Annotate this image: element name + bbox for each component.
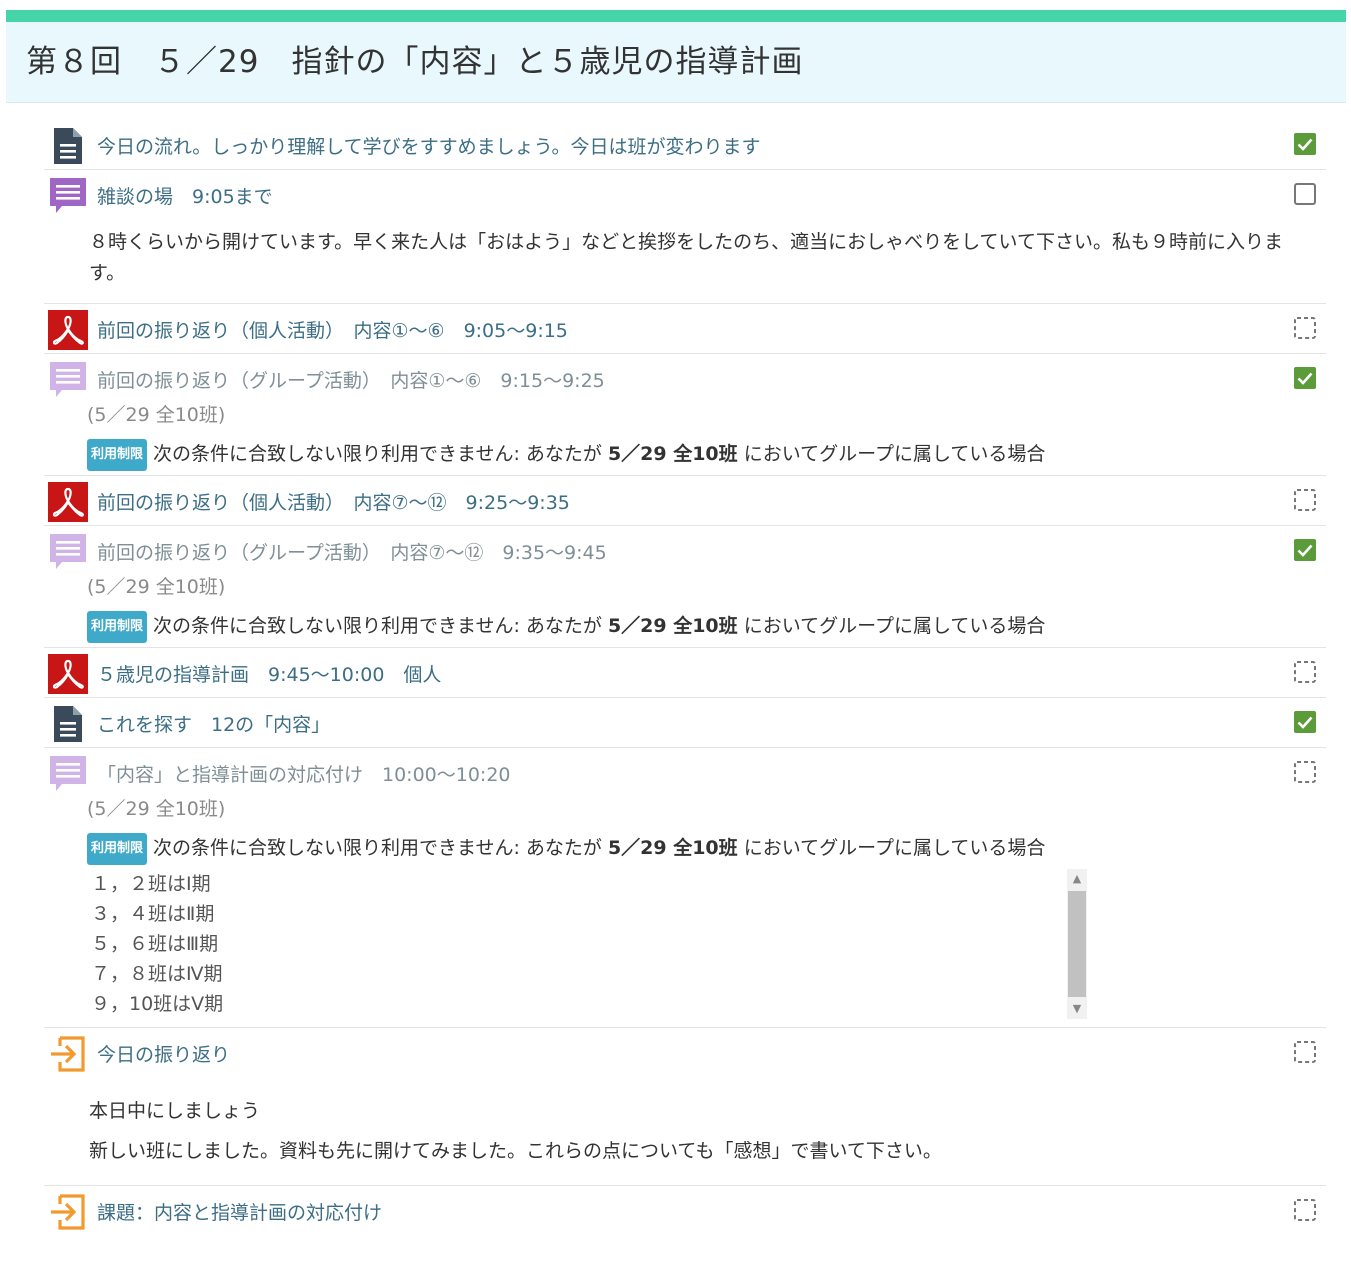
restriction-badge: 利用制限 xyxy=(87,439,148,471)
activity-list: 今日の流れ。しっかり理解して学びをすすめましょう。今日は班が変わります 雑談の場… xyxy=(44,120,1326,1235)
scroll-up-icon[interactable]: ▲ xyxy=(1067,869,1087,889)
completion-unchecked-icon[interactable] xyxy=(1293,182,1317,206)
scroll-down-icon[interactable]: ▼ xyxy=(1067,999,1087,1019)
group-note: (5／29 全10班) xyxy=(87,404,226,426)
activity-link[interactable]: 前回の振り返り（グループ活動） 内容⑦～⑫ 9:35～9:45 xyxy=(97,538,607,565)
activity-item: ５歳児の指導計画 9:45～10:00 個人 xyxy=(44,648,1326,698)
activity-link[interactable]: 雑談の場 9:05まで xyxy=(97,182,273,209)
access-restriction: 利用制限 次の条件に合致しない限り利用できません: あなたが 5／29 全10班 … xyxy=(44,833,1326,869)
page-icon xyxy=(48,704,88,744)
activity-link[interactable]: 「内容」と指導計画の対応付け 10:00～10:20 xyxy=(97,760,511,787)
completion-checked-icon[interactable] xyxy=(1293,366,1317,390)
activity-link[interactable]: これを探す 12の「内容」 xyxy=(97,710,330,737)
activity-item: 「内容」と指導計画の対応付け 10:00～10:20 (5／29 全10班) 利… xyxy=(44,748,1326,1028)
restriction-badge: 利用制限 xyxy=(87,833,148,865)
activity-link[interactable]: 課題：内容と指導計画の対応付け xyxy=(97,1198,382,1225)
completion-auto-icon[interactable] xyxy=(1293,1198,1317,1222)
completion-checked-icon[interactable] xyxy=(1293,710,1317,734)
activity-item: これを探す 12の「内容」 xyxy=(44,698,1326,748)
activity-description: 本日中にしましょう 新しい班にしました。資料も先に開けてみました。これらの点につ… xyxy=(89,1100,942,1162)
section-title: 第８回 ５／29 指針の「内容」と５歳児の指導計画 xyxy=(26,44,804,80)
group-note: (5／29 全10班) xyxy=(87,576,226,598)
completion-auto-icon[interactable] xyxy=(1293,660,1317,684)
activity-item: 前回の振り返り（グループ活動） 内容⑦～⑫ 9:35～9:45 (5／29 全1… xyxy=(44,526,1326,648)
course-section: 第８回 ５／29 指針の「内容」と５歳児の指導計画 xyxy=(6,10,1346,103)
completion-auto-icon[interactable] xyxy=(1293,488,1317,512)
completion-auto-icon[interactable] xyxy=(1293,760,1317,784)
activity-item: 今日の流れ。しっかり理解して学びをすすめましょう。今日は班が変わります xyxy=(44,120,1326,170)
activity-link[interactable]: 前回の振り返り（グループ活動） 内容①～⑥ 9:15～9:25 xyxy=(97,366,605,393)
forum-icon xyxy=(48,360,88,400)
pdf-icon xyxy=(48,654,88,694)
description-line: １，２班はⅠ期 xyxy=(91,873,211,895)
activity-item: 前回の振り返り（個人活動） 内容⑦～⑫ 9:25～9:35 xyxy=(44,476,1326,526)
description-line: ３，４班はⅡ期 xyxy=(91,903,215,925)
access-restriction: 利用制限 次の条件に合致しない限り利用できません: あなたが 5／29 全10班 … xyxy=(44,611,1326,647)
completion-auto-icon[interactable] xyxy=(1293,1040,1317,1064)
activity-link[interactable]: 前回の振り返り（個人活動） 内容①～⑥ 9:05～9:15 xyxy=(97,316,568,343)
scrollbar-thumb[interactable] xyxy=(1068,891,1086,997)
section-header: 第８回 ５／29 指針の「内容」と５歳児の指導計画 xyxy=(6,10,1346,103)
forum-icon xyxy=(48,176,88,216)
completion-checked-icon[interactable] xyxy=(1293,132,1317,156)
vertical-scrollbar[interactable]: ▲ ▼ xyxy=(1067,869,1087,1019)
activity-item: 雑談の場 9:05まで ８時くらいから開けています。早く来た人は「おはよう」など… xyxy=(44,170,1326,304)
restriction-badge: 利用制限 xyxy=(87,611,148,643)
pdf-icon xyxy=(48,482,88,522)
activity-link[interactable]: 今日の振り返り xyxy=(97,1040,230,1067)
activity-item: 課題：内容と指導計画の対応付け xyxy=(44,1186,1326,1235)
group-note: (5／29 全10班) xyxy=(87,798,226,820)
description-scrollbox[interactable]: １，２班はⅠ期 ３，４班はⅡ期 ５，６班はⅢ期 ７，８班はⅣ期 ９，10班はⅤ期… xyxy=(87,869,1087,1019)
activity-link[interactable]: 前回の振り返り（個人活動） 内容⑦～⑫ 9:25～9:35 xyxy=(97,488,570,515)
activity-link[interactable]: ５歳児の指導計画 9:45～10:00 個人 xyxy=(97,660,441,687)
description-line: ９，10班はⅤ期 xyxy=(91,993,224,1015)
assignment-icon xyxy=(48,1192,88,1232)
page-icon xyxy=(48,126,88,166)
activity-link[interactable]: 今日の流れ。しっかり理解して学びをすすめましょう。今日は班が変わります xyxy=(97,132,760,159)
activity-item: 今日の振り返り 本日中にしましょう 新しい班にしました。資料も先に開けてみました… xyxy=(44,1028,1326,1186)
activity-item: 前回の振り返り（個人活動） 内容①～⑥ 9:05～9:15 xyxy=(44,304,1326,354)
completion-checked-icon[interactable] xyxy=(1293,538,1317,562)
activity-item: 前回の振り返り（グループ活動） 内容①～⑥ 9:15～9:25 (5／29 全1… xyxy=(44,354,1326,476)
forum-icon xyxy=(48,532,88,572)
pdf-icon xyxy=(48,310,88,350)
description-line: ５，６班はⅢ期 xyxy=(91,933,219,955)
completion-auto-icon[interactable] xyxy=(1293,316,1317,340)
description-line: ７，８班はⅣ期 xyxy=(91,963,223,985)
forum-icon xyxy=(48,754,88,794)
access-restriction: 利用制限 次の条件に合致しない限り利用できません: あなたが 5／29 全10班 … xyxy=(44,439,1326,475)
activity-description: ８時くらいから開けています。早く来た人は「おはよう」などと挨拶をしたのち、適当に… xyxy=(89,231,1283,284)
assignment-icon xyxy=(48,1034,88,1074)
